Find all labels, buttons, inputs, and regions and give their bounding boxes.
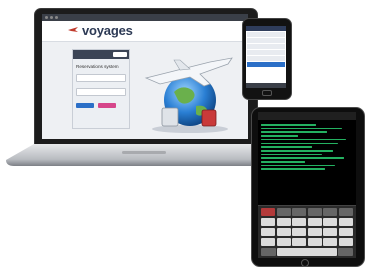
tablet-screen: [258, 112, 356, 258]
suitcase-icon: [161, 107, 179, 127]
phone-menu-item[interactable]: [247, 38, 285, 43]
phone-menu-item[interactable]: [247, 56, 285, 61]
on-screen-keyboard: [258, 205, 356, 258]
keyboard-key[interactable]: [261, 208, 276, 216]
login-field[interactable]: [76, 74, 126, 82]
keyboard-row: [261, 238, 353, 246]
keyboard-key[interactable]: [323, 228, 338, 236]
phone-home-button[interactable]: [262, 90, 272, 96]
phone-app-header: [246, 26, 286, 31]
login-panel-header: [73, 50, 129, 59]
keyboard-key[interactable]: [276, 208, 291, 216]
login-panel-title: Reservations system: [76, 64, 119, 69]
terminal-line: [261, 124, 317, 126]
keyboard-key[interactable]: [307, 228, 322, 236]
airplane-wing-icon: [173, 59, 191, 71]
phone-menu-item-selected[interactable]: [247, 62, 285, 67]
site-header: voyages: [42, 21, 248, 42]
terminal-line: [261, 127, 342, 130]
keyboard-key[interactable]: [338, 248, 353, 256]
terminal-toolbar: [258, 112, 356, 120]
travel-globe-illustration: [144, 57, 233, 133]
phone-footer-bar: [246, 83, 286, 88]
keyboard-key[interactable]: [338, 238, 353, 246]
keyboard-key[interactable]: [292, 208, 307, 216]
terminal-output: [258, 120, 356, 174]
keyboard-key[interactable]: [276, 238, 291, 246]
keyboard-key[interactable]: [338, 218, 353, 226]
keyboard-key[interactable]: [276, 218, 291, 226]
keyboard-row: [261, 208, 353, 216]
terminal-line: [261, 138, 346, 141]
keyboard-key[interactable]: [261, 238, 276, 246]
keyboard-key[interactable]: [323, 208, 338, 216]
phone-menu-item[interactable]: [247, 44, 285, 49]
keyboard-key[interactable]: [276, 228, 291, 236]
phone-menu-item[interactable]: [247, 32, 285, 37]
smartphone-screen: [246, 26, 286, 88]
laptop-hinge-notch: [122, 151, 166, 154]
keyboard-key[interactable]: [338, 208, 353, 216]
terminal-line: [261, 164, 335, 167]
keyboard-key[interactable]: [338, 228, 353, 236]
laptop-base: [6, 144, 284, 166]
terminal-line: [261, 157, 344, 159]
keyboard-key[interactable]: [307, 238, 322, 246]
login-buttons: [73, 96, 129, 108]
keyboard-row: [261, 228, 353, 236]
reset-button[interactable]: [98, 103, 116, 108]
keyboard-key[interactable]: [307, 218, 322, 226]
keyboard-key[interactable]: [323, 238, 338, 246]
browser-toolbar: [42, 14, 248, 21]
login-panel: Reservations system: [72, 49, 130, 129]
keyboard-key[interactable]: [261, 228, 276, 236]
keyboard-key[interactable]: [292, 238, 307, 246]
terminal-line: [261, 160, 306, 163]
window-dot-icon: [50, 16, 53, 19]
terminal-line: [261, 146, 312, 148]
keyboard-key[interactable]: [261, 248, 276, 256]
window-dot-icon: [55, 16, 58, 19]
terminal-line: [261, 153, 322, 156]
window-dot-icon: [45, 16, 48, 19]
site-logo[interactable]: voyages: [82, 23, 133, 38]
keyboard-key[interactable]: [307, 208, 322, 216]
keyboard-key[interactable]: [292, 218, 307, 226]
phone-menu-item[interactable]: [247, 50, 285, 55]
terminal-line: [261, 131, 328, 134]
terminal-line: [261, 135, 298, 137]
plane-logo-icon: [68, 27, 78, 32]
terminal-line: [261, 168, 326, 170]
keyboard-key[interactable]: [261, 218, 276, 226]
keyboard-row: [261, 248, 353, 256]
language-select[interactable]: [113, 52, 127, 57]
password-field[interactable]: [76, 88, 126, 96]
keyboard-key[interactable]: [292, 228, 307, 236]
tablet-home-button[interactable]: [301, 259, 309, 267]
keyboard-row: [261, 218, 353, 226]
terminal-line: [261, 142, 339, 145]
keyboard-spacebar[interactable]: [277, 248, 337, 256]
login-button[interactable]: [76, 103, 94, 108]
keyboard-key[interactable]: [323, 218, 338, 226]
suitcase-red-icon: [201, 109, 217, 127]
laptop-screen: voyages Reservations system: [42, 14, 248, 139]
terminal-line: [261, 149, 333, 152]
